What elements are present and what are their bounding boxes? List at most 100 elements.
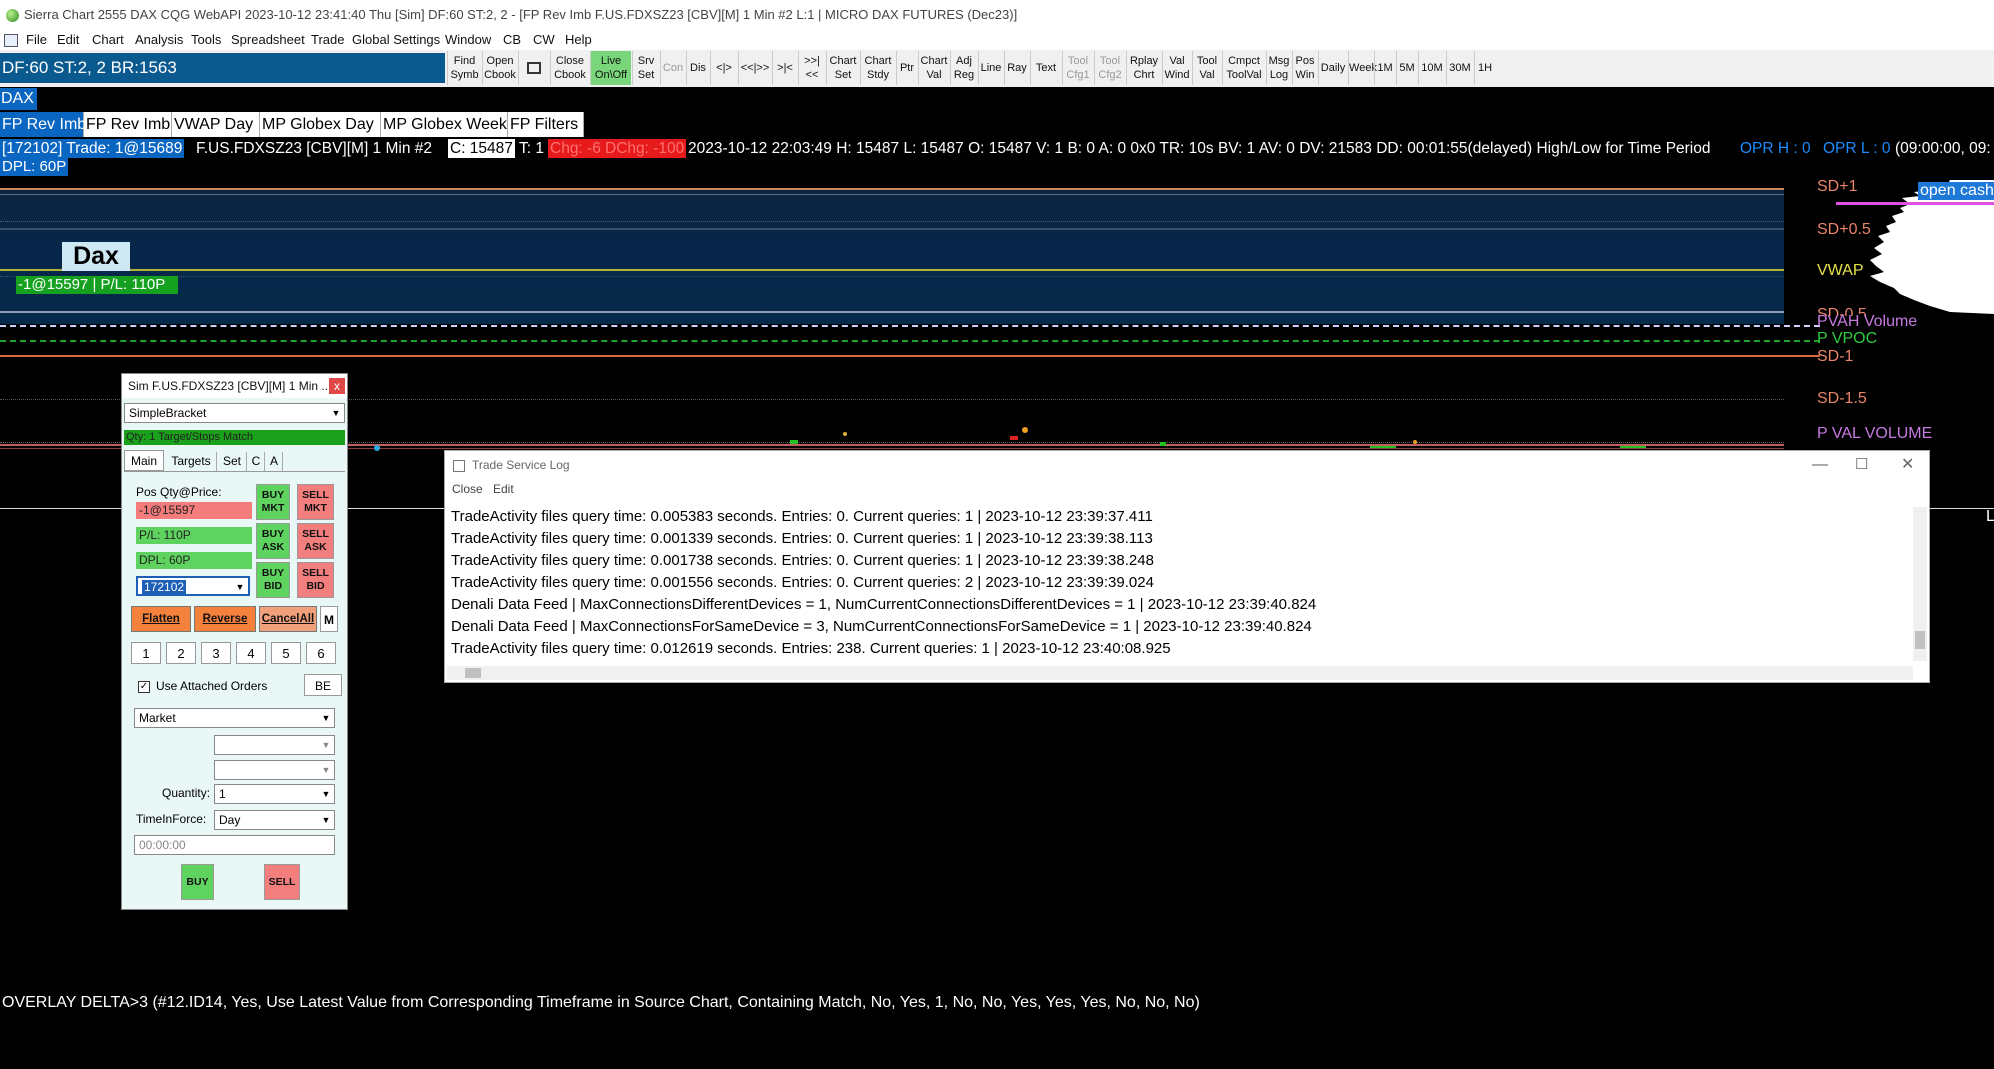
disconnect-button[interactable]: Dis bbox=[686, 51, 709, 85]
log-entries[interactable]: TradeActivity files query time: 0.005383… bbox=[451, 506, 1911, 666]
tool-config-1-button[interactable]: Tool Cfg1 bbox=[1062, 51, 1093, 85]
server-settings-button[interactable]: Srv Set bbox=[632, 51, 659, 85]
tab-targets[interactable]: Targets bbox=[166, 452, 217, 471]
pointer-tool-button[interactable]: Ptr bbox=[896, 51, 917, 85]
tab-fp-rev-imb-1[interactable]: FP Rev Imb bbox=[0, 112, 86, 137]
scroll-compress-button[interactable]: >>|<< bbox=[798, 51, 825, 85]
flatten-button[interactable]: Flatten bbox=[131, 606, 191, 632]
scroll-center-button[interactable]: <|> bbox=[710, 51, 737, 85]
qty-preset-1[interactable]: 1 bbox=[131, 642, 161, 664]
buy-market-button[interactable]: BUY MKT bbox=[256, 484, 290, 520]
qty-preset-2[interactable]: 2 bbox=[166, 642, 196, 664]
order-type-select[interactable]: Market ▼ bbox=[134, 708, 335, 728]
open-chartbook-button[interactable]: Open Cbook bbox=[482, 51, 517, 85]
adjust-region-button[interactable]: Adj Reg bbox=[950, 51, 977, 85]
tab-main[interactable]: Main bbox=[124, 450, 164, 471]
tab-mp-globex-day[interactable]: MP Globex Day bbox=[260, 112, 381, 137]
chart-values-button[interactable]: Chart Val bbox=[918, 51, 949, 85]
qty-preset-4[interactable]: 4 bbox=[236, 642, 266, 664]
live-on-off-button[interactable]: Live On\Off bbox=[590, 51, 631, 85]
price2-field[interactable]: ▼ bbox=[214, 760, 335, 780]
buy-button[interactable]: BUY bbox=[181, 864, 214, 900]
log-menu-close[interactable]: Close bbox=[452, 479, 483, 499]
close-chartbook-button[interactable]: Close Cbook bbox=[550, 51, 589, 85]
values-window-button[interactable]: Val Wind bbox=[1162, 51, 1191, 85]
tab-a[interactable]: A bbox=[266, 452, 283, 471]
menu-cb[interactable]: CB bbox=[503, 30, 521, 50]
menu-tools[interactable]: Tools bbox=[191, 30, 221, 50]
quantity-field[interactable]: 1 ▼ bbox=[214, 784, 335, 804]
menu-trade[interactable]: Trade bbox=[311, 30, 344, 50]
qty-preset-3[interactable]: 3 bbox=[201, 642, 231, 664]
sell-ask-button[interactable]: SELL ASK bbox=[297, 523, 334, 559]
m-button[interactable]: M bbox=[320, 606, 338, 632]
menu-chart[interactable]: Chart bbox=[92, 30, 124, 50]
chart-studies-button[interactable]: Chart Stdy bbox=[860, 51, 895, 85]
find-symbol-button[interactable]: Find Symb bbox=[447, 51, 481, 85]
compact-tool-values-button[interactable]: Cmpct ToolVal bbox=[1222, 51, 1265, 85]
sell-market-button[interactable]: SELL MKT bbox=[297, 484, 334, 520]
30m-button[interactable]: 30M bbox=[1446, 51, 1473, 85]
daily-button[interactable]: Daily bbox=[1318, 51, 1347, 85]
symbol-tab[interactable]: DAX bbox=[0, 88, 37, 110]
tab-c[interactable]: C bbox=[248, 452, 265, 471]
close-icon[interactable]: x bbox=[329, 378, 345, 394]
maximize-icon[interactable]: ☐ bbox=[1855, 451, 1868, 479]
trade-window-title[interactable]: Sim F.US.FDXSZ23 [CBV][M] 1 Min ... bbox=[122, 374, 347, 398]
log-title-bar[interactable]: Trade Service Log — ☐ ✕ bbox=[445, 451, 1929, 479]
time-field[interactable]: 00:00:00 bbox=[134, 835, 335, 855]
message-log-button[interactable]: Msg Log bbox=[1266, 51, 1291, 85]
account-select[interactable]: 172102 ▼ bbox=[136, 576, 250, 596]
menu-global-settings[interactable]: Global Settings bbox=[352, 30, 440, 50]
buy-bid-button[interactable]: BUY BID bbox=[256, 562, 290, 598]
positions-window-button[interactable]: Pos Win bbox=[1292, 51, 1317, 85]
sell-bid-button[interactable]: SELL BID bbox=[297, 562, 334, 598]
1h-button[interactable]: 1H bbox=[1474, 51, 1495, 85]
horizontal-scrollbar[interactable] bbox=[447, 666, 1913, 680]
breakeven-button[interactable]: BE bbox=[304, 674, 342, 696]
buy-ask-button[interactable]: BUY ASK bbox=[256, 523, 290, 559]
scroll-in-button[interactable]: >|< bbox=[772, 51, 797, 85]
scroll-thumb[interactable] bbox=[1915, 631, 1925, 649]
connect-button[interactable]: Con bbox=[660, 51, 685, 85]
qty-preset-5[interactable]: 5 bbox=[271, 642, 301, 664]
week-button[interactable]: Week bbox=[1348, 51, 1377, 85]
menu-cw[interactable]: CW bbox=[533, 30, 555, 50]
10m-button[interactable]: 10M bbox=[1418, 51, 1445, 85]
tab-vwap-day[interactable]: VWAP Day bbox=[172, 112, 260, 137]
line-tool-button[interactable]: Line bbox=[978, 51, 1003, 85]
1m-button[interactable]: 1M bbox=[1374, 51, 1395, 85]
tab-set[interactable]: Set bbox=[218, 452, 247, 471]
tool-config-2-button[interactable]: Tool Cfg2 bbox=[1094, 51, 1125, 85]
menu-edit[interactable]: Edit bbox=[57, 30, 79, 50]
menu-window[interactable]: Window bbox=[445, 30, 491, 50]
menu-file[interactable]: File bbox=[26, 30, 47, 50]
qty-preset-6[interactable]: 6 bbox=[306, 642, 336, 664]
save-button[interactable] bbox=[518, 51, 549, 85]
attached-orders-checkbox[interactable]: ✓ bbox=[138, 681, 150, 693]
cancel-all-button[interactable]: CancelAll bbox=[259, 606, 317, 632]
system-menu-icon[interactable] bbox=[4, 34, 18, 47]
ray-tool-button[interactable]: Ray bbox=[1004, 51, 1029, 85]
scroll-expand-button[interactable]: <<|>> bbox=[738, 51, 771, 85]
replay-chart-button[interactable]: Rplay Chrt bbox=[1126, 51, 1161, 85]
tif-select[interactable]: Day ▼ bbox=[214, 810, 335, 830]
5m-button[interactable]: 5M bbox=[1396, 51, 1417, 85]
price1-field[interactable]: ▼ bbox=[214, 735, 335, 755]
menu-spreadsheet[interactable]: Spreadsheet bbox=[231, 30, 305, 50]
tab-fp-filters[interactable]: FP Filters bbox=[508, 112, 584, 137]
log-menu-edit[interactable]: Edit bbox=[493, 479, 514, 499]
tab-fp-rev-imb-2[interactable]: FP Rev Imb bbox=[84, 112, 172, 137]
tab-mp-globex-week[interactable]: MP Globex Week bbox=[381, 112, 508, 137]
text-tool-button[interactable]: Text bbox=[1030, 51, 1061, 85]
vertical-scrollbar[interactable] bbox=[1913, 507, 1927, 661]
chart-settings-button[interactable]: Chart Set bbox=[826, 51, 859, 85]
tool-values-button[interactable]: Tool Val bbox=[1192, 51, 1221, 85]
minimize-icon[interactable]: — bbox=[1812, 451, 1828, 479]
menu-analysis[interactable]: Analysis bbox=[135, 30, 183, 50]
close-icon[interactable]: ✕ bbox=[1901, 451, 1914, 479]
strategy-select[interactable]: SimpleBracket ▼ bbox=[124, 403, 345, 423]
scroll-thumb[interactable] bbox=[465, 668, 481, 678]
reverse-button[interactable]: Reverse bbox=[194, 606, 256, 632]
sell-button[interactable]: SELL bbox=[264, 864, 300, 900]
